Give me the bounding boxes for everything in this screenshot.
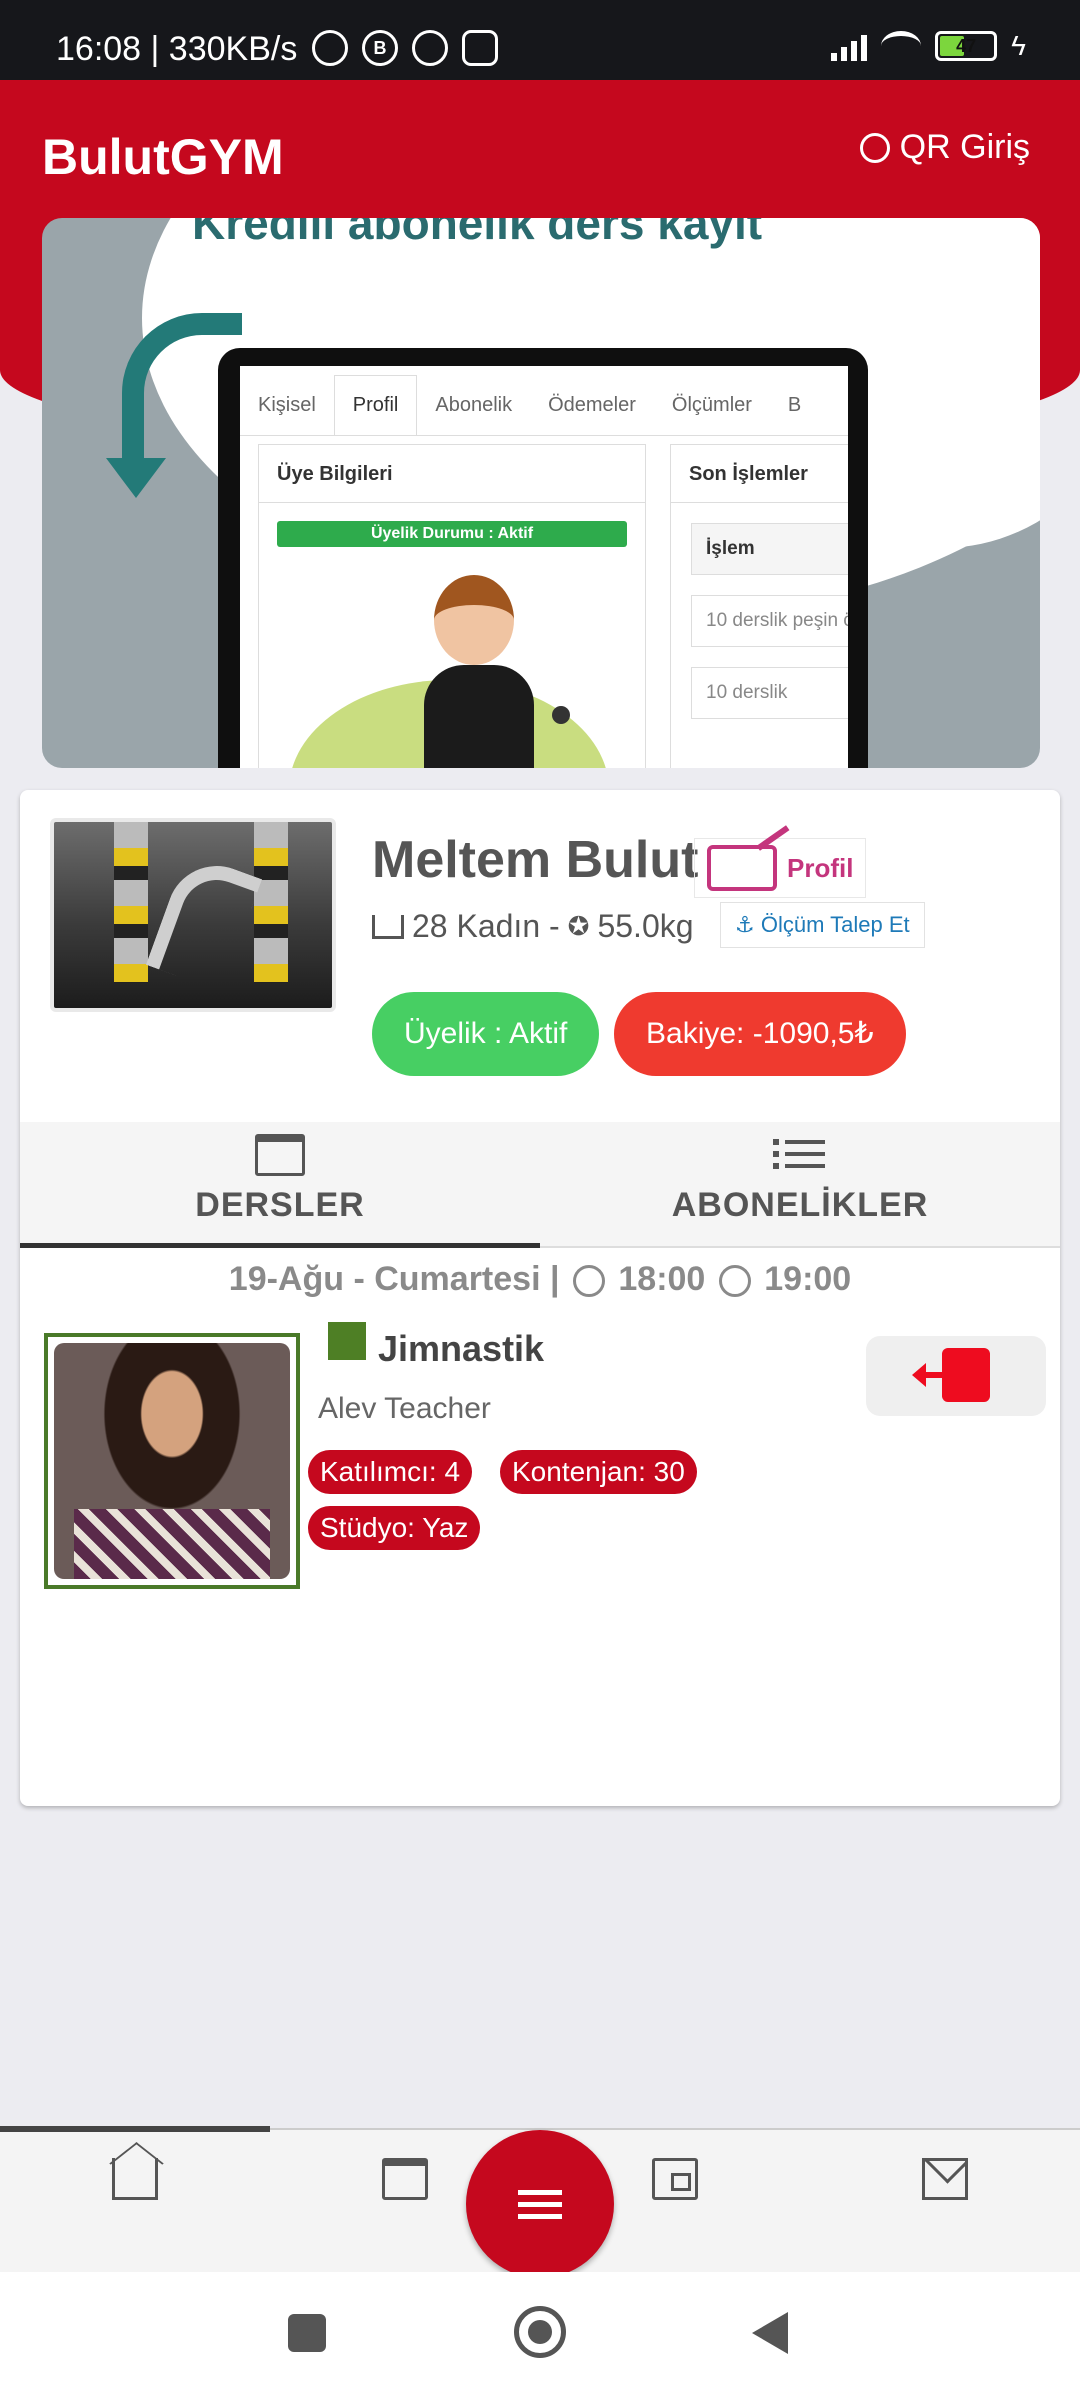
mail-icon[interactable] — [922, 2158, 968, 2200]
lesson-datetime: 19-Ağu - Cumartesi | 18:00 19:00 — [20, 1260, 1060, 1299]
profile-card: Meltem Bulut Profil 28 Kadın - ✪ 55.0kg … — [20, 790, 1060, 1806]
wifi-icon — [881, 31, 922, 61]
banner-tab: Profil — [333, 375, 418, 435]
banner-tab: Ölçümler — [671, 394, 752, 416]
lesson-end-time: 19:00 — [764, 1260, 852, 1298]
measurement-request-button[interactable]: ⚓ Ölçüm Talep Et — [720, 902, 925, 948]
carousel-dots — [552, 706, 612, 724]
gear-icon — [412, 30, 448, 66]
content-tabs: DERSLER ABONELİKLER — [20, 1122, 1060, 1248]
profile-link-label: Profil — [787, 852, 854, 883]
participants-badge: Katılımcı: 4 — [308, 1450, 473, 1494]
lesson-start-time: 18:00 — [618, 1260, 706, 1298]
qr-login-button[interactable]: QR Giriş — [859, 128, 1030, 167]
measurement-request-label: Ölçüm Talep Et — [760, 912, 910, 937]
calendar-icon — [255, 1134, 305, 1176]
laptop-graphic: Kişisel Profil Abonelik Ödemeler Ölçümle… — [218, 348, 868, 768]
banner-tab: Abonelik — [435, 394, 513, 416]
banner-heading: Kredili abonelik ders kayıt — [192, 218, 763, 249]
home-icon[interactable] — [112, 2158, 158, 2200]
app-title: BulutGYM — [42, 129, 284, 185]
woman-illustration — [289, 565, 609, 768]
class-color-swatch — [328, 1322, 366, 1360]
profile-photo — [50, 818, 336, 1012]
banner-tab: B — [787, 394, 802, 416]
member-stats: 28 Kadın - ✪ 55.0kg — [372, 908, 694, 945]
banner-carousel[interactable]: Kredili abonelik ders kayıt Kişisel Prof… — [42, 218, 1040, 768]
banner-table-row: 10 derslik — [691, 667, 848, 719]
balance-badge[interactable]: Bakiye: -1090,5₺ — [614, 992, 906, 1076]
recents-button[interactable] — [288, 2314, 326, 2352]
tab-label: DERSLER — [195, 1186, 365, 1224]
crosshair-icon — [859, 132, 890, 163]
status-notification-icons: B — [312, 30, 498, 66]
medal-icon: ✪ — [567, 911, 590, 941]
battery-icon: 47 — [935, 31, 998, 61]
status-time: 16:08 | 330KB/s — [56, 30, 298, 68]
status-system-icons: 47 ϟ — [831, 30, 1026, 62]
edit-icon — [707, 845, 777, 891]
banner-tab: Kişisel — [258, 394, 316, 416]
banner-tab: Ödemeler — [548, 394, 636, 416]
weight: 55.0kg — [597, 908, 694, 944]
home-button[interactable] — [514, 2306, 566, 2358]
teacher-photo — [44, 1333, 300, 1589]
banner-status-bar: Üyelik Durumu : Aktif — [277, 521, 627, 547]
banner-panel-title: Üye Bilgileri — [259, 445, 645, 503]
battery-level: 47 — [956, 36, 977, 56]
calendar-icon[interactable] — [382, 2158, 428, 2200]
banner-transactions-panel: Son İşlemler İşlem 10 derslik peşin ödem… — [670, 444, 848, 768]
quota-badge: Kontenjan: 30 — [500, 1450, 697, 1494]
studio-badge: Stüdyo: Yaz — [308, 1506, 481, 1550]
profile-link-button[interactable]: Profil — [694, 838, 867, 898]
wallet-icon[interactable] — [652, 2158, 698, 2200]
leave-class-button[interactable] — [866, 1336, 1046, 1416]
stopwatch-icon — [718, 1265, 751, 1298]
instagram-icon — [462, 30, 498, 66]
banner-table-header: İşlem — [691, 523, 848, 575]
teacher-name: Alev Teacher — [318, 1392, 491, 1425]
member-name: Meltem Bulut — [372, 831, 699, 889]
membership-status-badge[interactable]: Üyelik : Aktif — [372, 992, 600, 1076]
charging-icon: ϟ — [1011, 30, 1026, 61]
clock-icon — [572, 1265, 605, 1298]
anchor-icon: ⚓ — [735, 912, 755, 937]
tab-dersler[interactable]: DERSLER — [20, 1122, 540, 1248]
system-nav-bar — [0, 2272, 1080, 2400]
back-button[interactable] — [752, 2312, 788, 2354]
status-bar: 16:08 | 330KB/s B 47 ϟ — [0, 0, 1080, 80]
nav-active-indicator — [0, 2126, 270, 2132]
list-icon — [773, 1134, 825, 1176]
tab-label: ABONELİKLER — [671, 1186, 929, 1224]
class-name: Jimnastik — [378, 1328, 545, 1369]
age-gender: 28 Kadın - — [412, 908, 560, 944]
banner-tabs: Kişisel Profil Abonelik Ödemeler Ölçümle… — [240, 366, 848, 436]
tab-abonelikler[interactable]: ABONELİKLER — [540, 1122, 1060, 1248]
banner-table-row: 10 derslik peşin ödeme — [691, 595, 848, 647]
menu-button[interactable] — [466, 2130, 614, 2278]
lesson-date: 19-Ağu - Cumartesi | — [228, 1260, 560, 1298]
qr-login-label: QR Giriş — [899, 128, 1030, 166]
alarm-icon — [312, 30, 348, 66]
b-icon: B — [362, 30, 398, 66]
signal-icon — [831, 31, 868, 61]
carousel-dot[interactable] — [594, 706, 612, 724]
banner-panel-title: Son İşlemler — [671, 445, 848, 503]
carousel-dot[interactable] — [552, 706, 570, 724]
crown-icon — [372, 914, 404, 939]
